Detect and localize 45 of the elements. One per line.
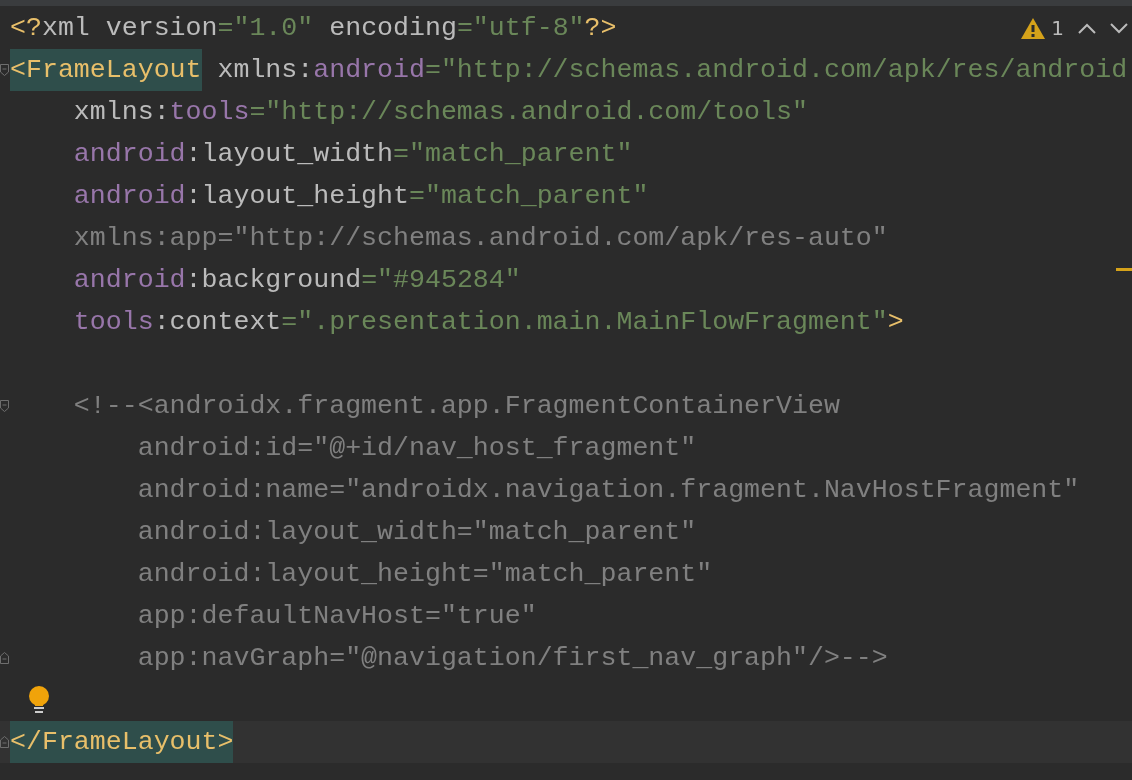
lightbulb-icon[interactable] xyxy=(28,686,50,714)
code-token: ="#945284" xyxy=(361,264,521,297)
code-token: ?> xyxy=(584,12,617,45)
code-comment: app:defaultNavHost="true" xyxy=(136,600,537,633)
code-comment: android:layout_height="match_parent" xyxy=(136,558,713,591)
code-token: <? xyxy=(10,12,42,45)
code-token: :layout_width xyxy=(185,138,394,171)
fold-icon[interactable] xyxy=(0,64,9,76)
code-token: android xyxy=(72,264,186,297)
code-token: <FrameLayout xyxy=(10,49,202,91)
code-token: </FrameLayout> xyxy=(10,721,234,763)
code-token: android xyxy=(313,54,425,87)
warning-stripe-marker[interactable] xyxy=(1116,268,1132,271)
code-comment: xmlns:app="http://schemas.android.com/apk/res-auto" xyxy=(72,222,888,255)
code-token: encoding xyxy=(328,12,457,45)
code-comment: android:layout_width="match_parent" xyxy=(136,516,697,549)
code-token: ="http://schemas.android.com/apk/res/android xyxy=(424,54,1128,87)
code-token: ="match_parent" xyxy=(393,138,633,171)
fold-icon[interactable] xyxy=(0,652,9,664)
chevron-up-icon[interactable] xyxy=(1078,22,1096,34)
code-token: :background xyxy=(185,264,362,297)
code-comment: app:navGraph="@navigation/first_nav_graph"/>--> xyxy=(136,642,888,675)
code-token: ="http://schemas.android.com/tools" xyxy=(249,96,808,129)
code-token: ="1.0" xyxy=(217,12,314,45)
code-token: =".presentation.main.MainFlowFragment" xyxy=(281,306,888,339)
code-token: android xyxy=(72,180,186,213)
code-comment: android:name="androidx.navigation.fragment.NavHostFragment" xyxy=(136,474,1080,507)
code-token: tools xyxy=(72,306,154,339)
code-token: xml version xyxy=(41,12,218,45)
code-token: ="match_parent" xyxy=(409,180,649,213)
fold-icon[interactable] xyxy=(0,736,9,748)
code-comment: <!--<androidx.fragment.app.FragmentContainerView xyxy=(72,390,840,423)
fold-icon[interactable] xyxy=(0,400,9,412)
code-token: :layout_height xyxy=(185,180,409,213)
code-token: tools xyxy=(169,96,250,129)
code-token: > xyxy=(887,306,904,339)
code-token: :context xyxy=(153,306,282,339)
code-token: xmlns: xyxy=(216,54,314,87)
warning-count: 1 xyxy=(1051,15,1064,42)
code-token: xmlns: xyxy=(72,96,170,129)
warning-icon[interactable] xyxy=(1021,17,1046,39)
code-token: android xyxy=(72,138,186,171)
code-comment: android:id="@+id/nav_host_fragment" xyxy=(136,432,697,465)
code-token: ="utf-8" xyxy=(456,12,585,45)
chevron-down-icon[interactable] xyxy=(1110,22,1128,34)
